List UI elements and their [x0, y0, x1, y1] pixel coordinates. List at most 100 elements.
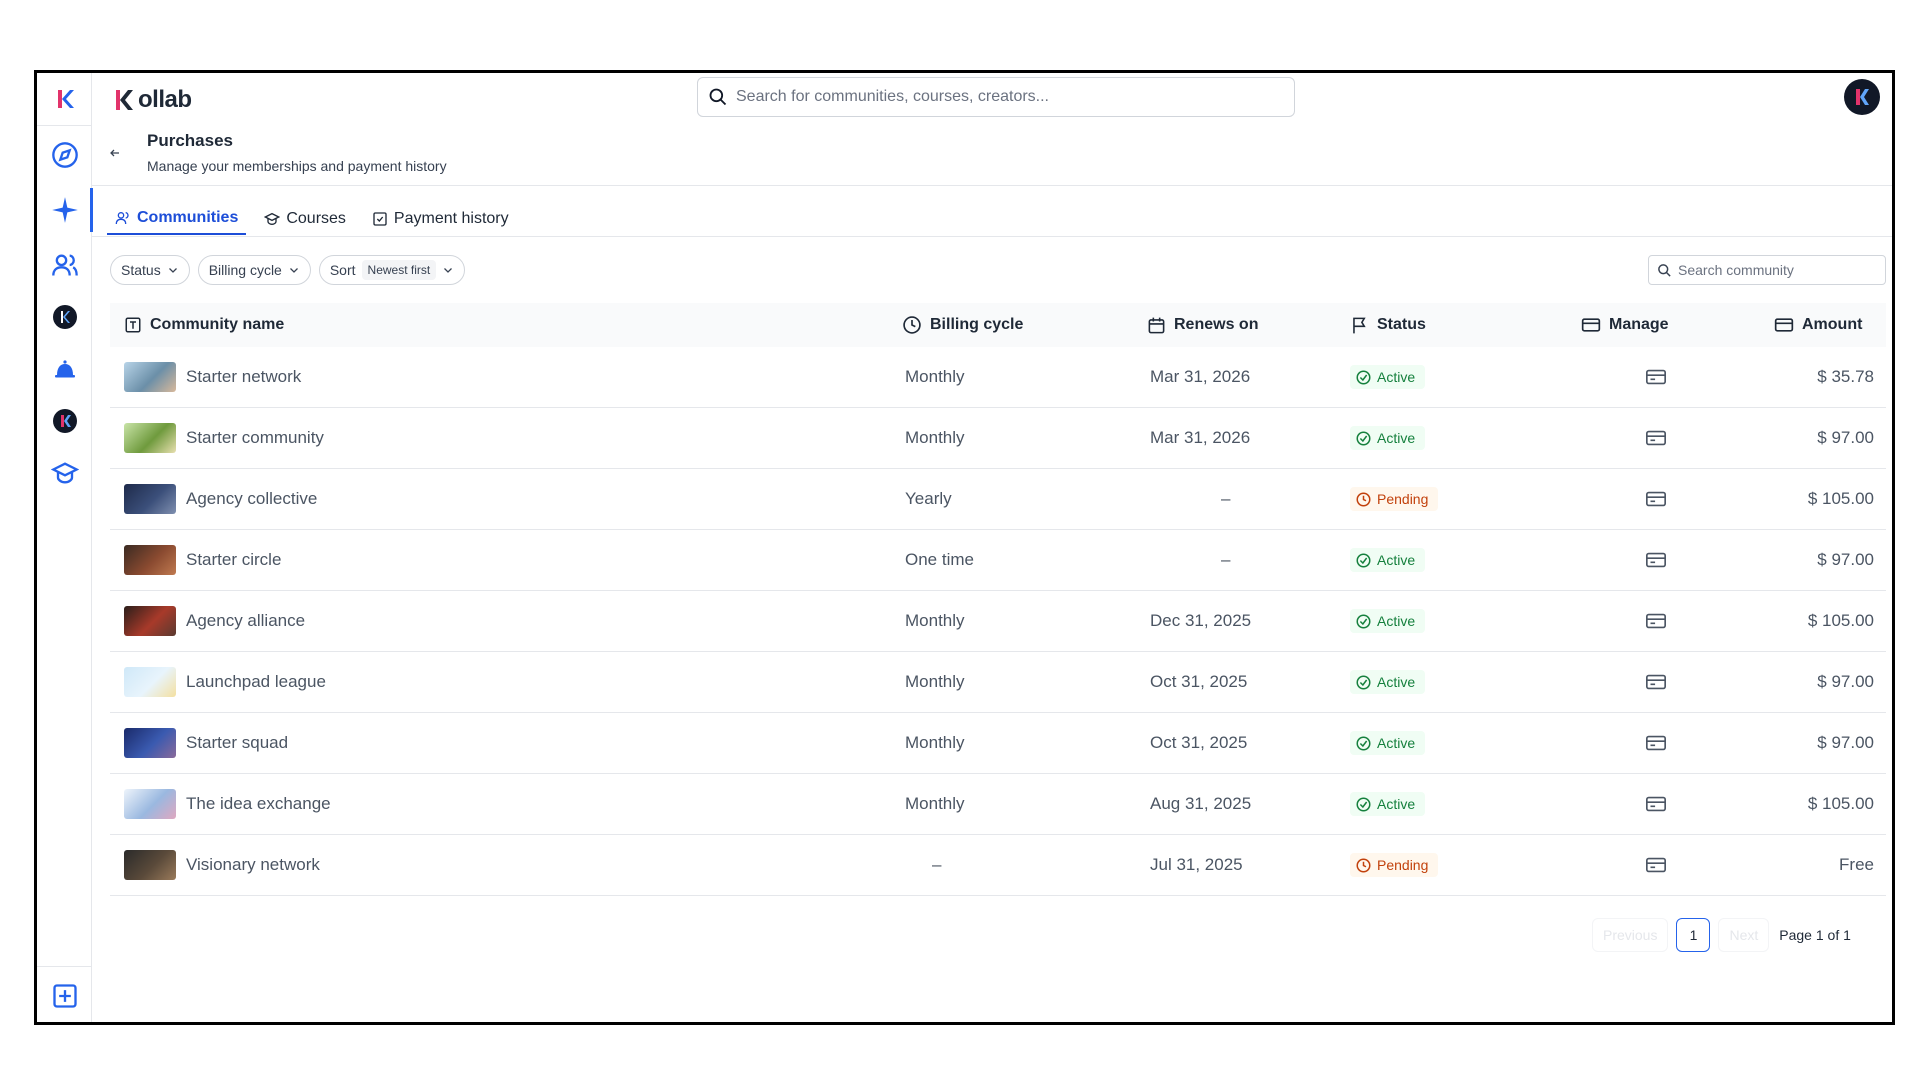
billing-cycle-value: –	[932, 855, 942, 874]
status-cell: Active	[1350, 591, 1426, 651]
col-community-name[interactable]: Community name	[124, 316, 284, 334]
header-spacer	[92, 121, 1892, 122]
page-info: Page 1 of 1	[1779, 927, 1851, 943]
col-renews-on[interactable]: Renews on	[1147, 316, 1258, 335]
community-cell[interactable]: Starter squad	[124, 713, 288, 773]
clock-icon	[1356, 858, 1371, 872]
tab-courses[interactable]: Courses	[256, 203, 354, 235]
table-row[interactable]: Starter squad Monthly Oct 31, 2025 Active $ …	[110, 713, 1886, 774]
community-cell[interactable]: Agency collective	[124, 469, 317, 529]
community-cell[interactable]: The idea exchange	[124, 774, 331, 834]
billing-cycle-value: Monthly	[905, 733, 965, 752]
community-cell[interactable]: Visionary network	[124, 835, 320, 895]
status-filter-label: Status	[121, 262, 161, 278]
pagination: Previous 1 Next Page 1 of 1	[1592, 918, 1851, 952]
col-label: Amount	[1802, 316, 1863, 333]
check-circle-icon	[1356, 614, 1371, 628]
manage-card-icon[interactable]	[1645, 591, 1667, 651]
table-row[interactable]: Starter circle One time – Active $ 97.00	[110, 530, 1886, 591]
table-row[interactable]: Agency collective Yearly – Pending $ 105.00	[110, 469, 1886, 530]
renews-on-value: Jul 31, 2025	[1150, 855, 1243, 874]
community-k-icon[interactable]	[37, 395, 92, 447]
table-row[interactable]: Visionary network – Jul 31, 2025 Pending Fre…	[110, 835, 1886, 896]
community-avatar-icon[interactable]	[37, 291, 92, 343]
community-thumbnail	[124, 850, 176, 880]
table-row[interactable]: The idea exchange Monthly Aug 31, 2025 Acti…	[110, 774, 1886, 835]
user-avatar[interactable]	[1844, 79, 1880, 115]
bell-icon[interactable]	[37, 343, 92, 395]
col-status[interactable]: Status	[1350, 316, 1426, 335]
tab-label: Payment history	[393, 210, 509, 227]
amount-value: Free	[1839, 855, 1874, 874]
manage-card-icon[interactable]	[1645, 835, 1667, 895]
table-row[interactable]: Launchpad league Monthly Oct 31, 2025 Activ…	[110, 652, 1886, 713]
community-search-input[interactable]	[1678, 262, 1878, 278]
back-arrow-icon[interactable]	[105, 143, 125, 163]
next-page-button[interactable]: Next	[1718, 918, 1770, 952]
manage-card-icon[interactable]	[1645, 530, 1667, 590]
table-header: Community name Billing cycle Renews on S…	[110, 303, 1886, 347]
global-search[interactable]	[697, 77, 1295, 117]
page-title: Purchases	[147, 131, 233, 150]
tab-payment-history[interactable]: Payment history	[364, 203, 517, 235]
users-icon	[115, 212, 129, 225]
tabs-divider	[92, 236, 1892, 237]
billing-cycle-value: Monthly	[905, 428, 965, 447]
status-filter[interactable]: Status	[110, 255, 190, 285]
billing-cycle-filter[interactable]: Billing cycle	[197, 255, 311, 285]
logo-k-icon	[116, 90, 133, 110]
renews-on-value: Mar 31, 2026	[1150, 428, 1251, 447]
global-search-input[interactable]	[736, 88, 1256, 106]
amount-value: $ 97.00	[1817, 428, 1874, 447]
community-cell[interactable]: Launchpad league	[124, 652, 326, 712]
tab-communities[interactable]: Communities	[107, 203, 247, 235]
compass-icon[interactable]	[37, 129, 92, 181]
renews-on-value: Oct 31, 2025	[1150, 672, 1248, 691]
community-name: Starter squad	[186, 733, 289, 752]
status-badge: Pending	[1350, 853, 1439, 877]
community-name: Agency collective	[186, 489, 318, 508]
left-rail	[37, 73, 93, 1022]
billing-cycle-value: Yearly	[905, 489, 952, 508]
app-window: ollab Purchases Manage your memberships …	[34, 70, 1895, 1025]
add-square-icon[interactable]	[37, 970, 92, 1022]
page-1-button[interactable]: 1	[1676, 918, 1711, 952]
col-label: Status	[1377, 316, 1426, 333]
table-body: Starter network Monthly Mar 31, 2026 Active…	[110, 347, 1886, 896]
col-label: Manage	[1609, 316, 1669, 333]
status-badge: Active	[1350, 731, 1426, 755]
manage-card-icon[interactable]	[1645, 652, 1667, 712]
community-cell[interactable]: Starter network	[124, 347, 301, 407]
sparkle-icon[interactable]	[37, 184, 93, 236]
community-name: Launchpad league	[186, 672, 326, 691]
manage-card-icon[interactable]	[1645, 469, 1667, 529]
col-manage[interactable]: Manage	[1581, 315, 1669, 335]
kollab-home-icon[interactable]	[37, 73, 92, 125]
col-amount[interactable]: Amount	[1774, 315, 1862, 335]
manage-card-icon[interactable]	[1645, 347, 1667, 407]
table-row[interactable]: Starter network Monthly Mar 31, 2026 Active…	[110, 347, 1886, 408]
renews-on-value: –	[1221, 550, 1231, 569]
manage-card-icon[interactable]	[1645, 408, 1667, 468]
amount-value: $ 105.00	[1807, 794, 1874, 813]
text-type-icon	[125, 317, 141, 333]
previous-page-button[interactable]: Previous	[1592, 918, 1669, 952]
check-circle-icon	[1356, 370, 1371, 384]
sort-select[interactable]: Sort Newest first	[318, 255, 466, 285]
manage-card-icon[interactable]	[1645, 713, 1667, 773]
table-row[interactable]: Starter community Monthly Mar 31, 2026 Acti…	[110, 408, 1886, 469]
users-icon[interactable]	[37, 239, 92, 291]
community-search[interactable]	[1648, 255, 1886, 285]
table-row[interactable]: Agency alliance Monthly Dec 31, 2025 Active…	[110, 591, 1886, 652]
community-cell[interactable]: Starter circle	[124, 530, 281, 590]
graduation-cap-icon[interactable]	[37, 447, 92, 499]
community-cell[interactable]: Agency alliance	[124, 591, 305, 651]
status-cell: Active	[1350, 774, 1426, 834]
tab-bar: Communities Courses Payment history	[107, 203, 527, 235]
community-cell[interactable]: Starter community	[124, 408, 324, 468]
rail-divider-bottom	[37, 966, 92, 967]
manage-card-icon[interactable]	[1645, 774, 1667, 834]
col-billing-cycle[interactable]: Billing cycle	[902, 315, 1023, 335]
status-text: Active	[1377, 369, 1416, 385]
kollab-logo[interactable]: ollab	[114, 85, 192, 115]
